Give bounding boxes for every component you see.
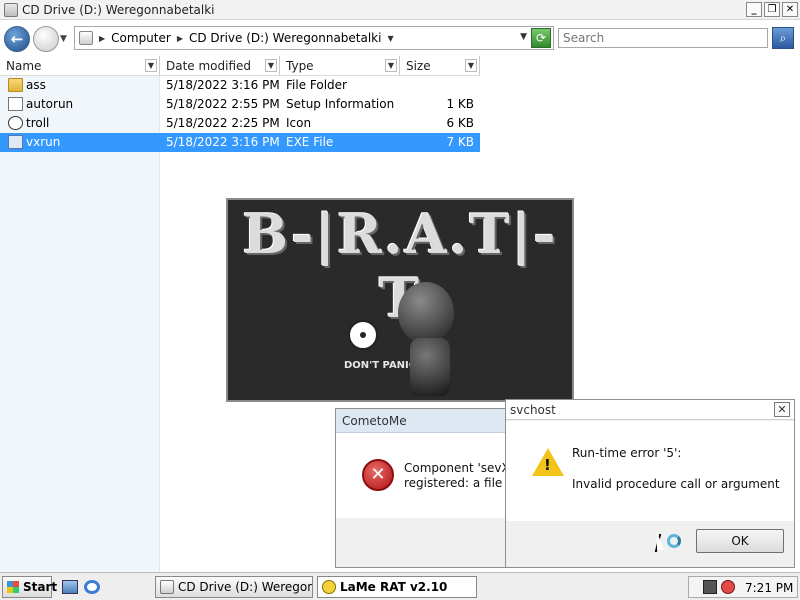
rat-splash-image: B-|R.A.T|-T DON'T PANIC	[226, 198, 574, 402]
column-header-label: Date modified	[166, 59, 252, 73]
runtime-error-title: Run-time error '5':	[572, 446, 682, 460]
taskbar-item-label: CD Drive (D:) Weregon...	[178, 580, 313, 594]
cometome-dialog[interactable]: CometoMe ✕ Component 'sevXP registered: …	[335, 408, 509, 568]
breadcrumb: ▶ Computer ▶ CD Drive (D:) Weregonnabeta…	[99, 31, 394, 45]
svchost-dialog[interactable]: svchost ✕ ! Run-time error '5': Invalid …	[505, 399, 795, 568]
file-row-selected[interactable]: vxrun 5/18/2022 3:16 PM EXE File 7 KB	[0, 133, 480, 152]
column-header-name[interactable]: Name ▼	[0, 56, 160, 76]
file-date: 5/18/2022 3:16 PM	[166, 135, 280, 149]
splash-caption: DON'T PANIC	[344, 360, 417, 371]
file-type: Icon	[286, 116, 312, 130]
file-name: ass	[26, 78, 46, 92]
file-name: vxrun	[26, 135, 61, 149]
refresh-button[interactable]: ⟳	[531, 28, 551, 48]
address-dropdown-icon[interactable]: ▼	[520, 32, 527, 42]
file-name: autorun	[26, 97, 74, 111]
figure-head-graphic	[398, 282, 454, 344]
breadcrumb-computer[interactable]: Computer	[111, 31, 171, 45]
file-type: EXE File	[286, 135, 334, 149]
dialog-title[interactable]: svchost ✕	[506, 400, 794, 420]
error-icon: ✕	[362, 459, 394, 491]
taskbar-item-label: LaMe RAT v2.10	[340, 580, 448, 594]
radiation-hazard-icon	[348, 320, 378, 350]
smiley-icon	[322, 580, 336, 594]
drive-icon	[79, 31, 93, 45]
search-button[interactable]: ⌕	[772, 27, 794, 49]
figure-body-graphic	[410, 338, 450, 396]
ok-button[interactable]: OK	[696, 529, 784, 553]
dialog-body: ! Run-time error '5': Invalid procedure …	[506, 421, 794, 521]
dialog-title-text: svchost	[510, 403, 556, 417]
start-label: Start	[23, 580, 58, 594]
breadcrumb-cd-drive[interactable]: CD Drive (D:) Weregonnabetalki	[189, 31, 382, 45]
file-size: 7 KB	[446, 135, 474, 149]
busy-ring-icon	[667, 534, 681, 548]
file-size: 1 KB	[446, 97, 474, 111]
error-message-line: Component 'sevXP	[404, 461, 508, 475]
file-date: 5/18/2022 3:16 PM	[166, 78, 280, 92]
file-date: 5/18/2022 2:25 PM	[166, 116, 280, 130]
dialog-body: ✕ Component 'sevXP registered: a file is…	[336, 433, 508, 518]
chevron-down-icon[interactable]: ▼	[385, 59, 397, 72]
troll-icon	[8, 116, 23, 130]
file-size: 6 KB	[446, 116, 474, 130]
window-title: CD Drive (D:) Weregonnabetalki	[22, 3, 215, 17]
file-type: Setup Information	[286, 97, 395, 111]
column-header-label: Size	[406, 59, 431, 73]
file-row[interactable]: autorun 5/18/2022 2:55 PM Setup Informat…	[0, 95, 480, 114]
navigation-bar: ← ▼ ▶ Computer ▶ CD Drive (D:) Weregonna…	[0, 20, 800, 56]
error-message: Component 'sevXP registered: a file is r	[404, 461, 508, 491]
busy-cursor-icon	[654, 532, 683, 554]
file-type: File Folder	[286, 78, 347, 92]
minimize-button[interactable]: _	[746, 2, 762, 17]
taskbar: Start CD Drive (D:) Weregon... LaMe RAT …	[0, 572, 800, 600]
file-row[interactable]: troll 5/18/2022 2:25 PM Icon 6 KB	[0, 114, 480, 133]
runtime-error-message: Invalid procedure call or argument	[572, 477, 780, 491]
chevron-right-icon[interactable]: ▶	[177, 34, 183, 43]
maximize-button[interactable]: ❐	[764, 2, 780, 17]
address-bar[interactable]: ▶ Computer ▶ CD Drive (D:) Weregonnabeta…	[74, 26, 554, 50]
taskbar-item-explorer[interactable]: CD Drive (D:) Weregon...	[155, 576, 313, 598]
internet-explorer-icon[interactable]	[84, 580, 100, 594]
column-header-date[interactable]: Date modified ▼	[160, 56, 280, 76]
chevron-down-icon[interactable]: ▼	[265, 59, 277, 72]
volume-muted-icon[interactable]	[721, 580, 735, 594]
chevron-right-icon[interactable]: ▶	[99, 34, 105, 43]
chevron-down-icon[interactable]: ▼	[465, 59, 477, 72]
taskbar-item-lame-rat[interactable]: LaMe RAT v2.10	[317, 576, 477, 598]
forward-button[interactable]	[33, 26, 59, 52]
window-titlebar[interactable]: CD Drive (D:) Weregonnabetalki _ ❐ ✕	[0, 0, 800, 20]
file-name: troll	[26, 116, 50, 130]
window-controls: _ ❐ ✕	[746, 2, 798, 17]
column-header-label: Name	[6, 59, 42, 73]
network-icon[interactable]	[703, 580, 717, 594]
setup-info-icon	[8, 97, 23, 111]
warning-exclamation: !	[544, 456, 551, 474]
show-desktop-icon[interactable]	[62, 580, 78, 594]
file-row[interactable]: ass 5/18/2022 3:16 PM File Folder	[0, 76, 480, 95]
chevron-down-icon[interactable]: ▼	[145, 59, 157, 72]
start-button[interactable]: Start	[2, 576, 57, 598]
close-button[interactable]: ✕	[782, 2, 798, 17]
system-tray: 7:21 PM	[688, 576, 798, 598]
chevron-down-icon[interactable]: ▼	[387, 34, 393, 43]
error-message-line: registered: a file is r	[404, 476, 508, 490]
drive-icon	[4, 3, 18, 17]
back-button[interactable]: ←	[4, 26, 30, 52]
exe-icon	[8, 135, 23, 149]
clock[interactable]: 7:21 PM	[745, 581, 793, 595]
search-input[interactable]	[558, 28, 768, 48]
folder-icon	[160, 580, 174, 594]
dialog-title[interactable]: CometoMe	[336, 409, 508, 433]
windows-logo-icon	[7, 581, 19, 593]
close-icon[interactable]: ✕	[774, 402, 790, 417]
history-dropdown-icon[interactable]: ▼	[60, 34, 67, 44]
file-date: 5/18/2022 2:55 PM	[166, 97, 280, 111]
column-header-label: Type	[286, 59, 314, 73]
column-headers: Name ▼ Date modified ▼ Type ▼ Size ▼	[0, 56, 480, 76]
column-header-type[interactable]: Type ▼	[280, 56, 400, 76]
column-header-size[interactable]: Size ▼	[400, 56, 480, 76]
cursor-arrow	[657, 532, 664, 550]
folder-icon	[8, 78, 23, 92]
